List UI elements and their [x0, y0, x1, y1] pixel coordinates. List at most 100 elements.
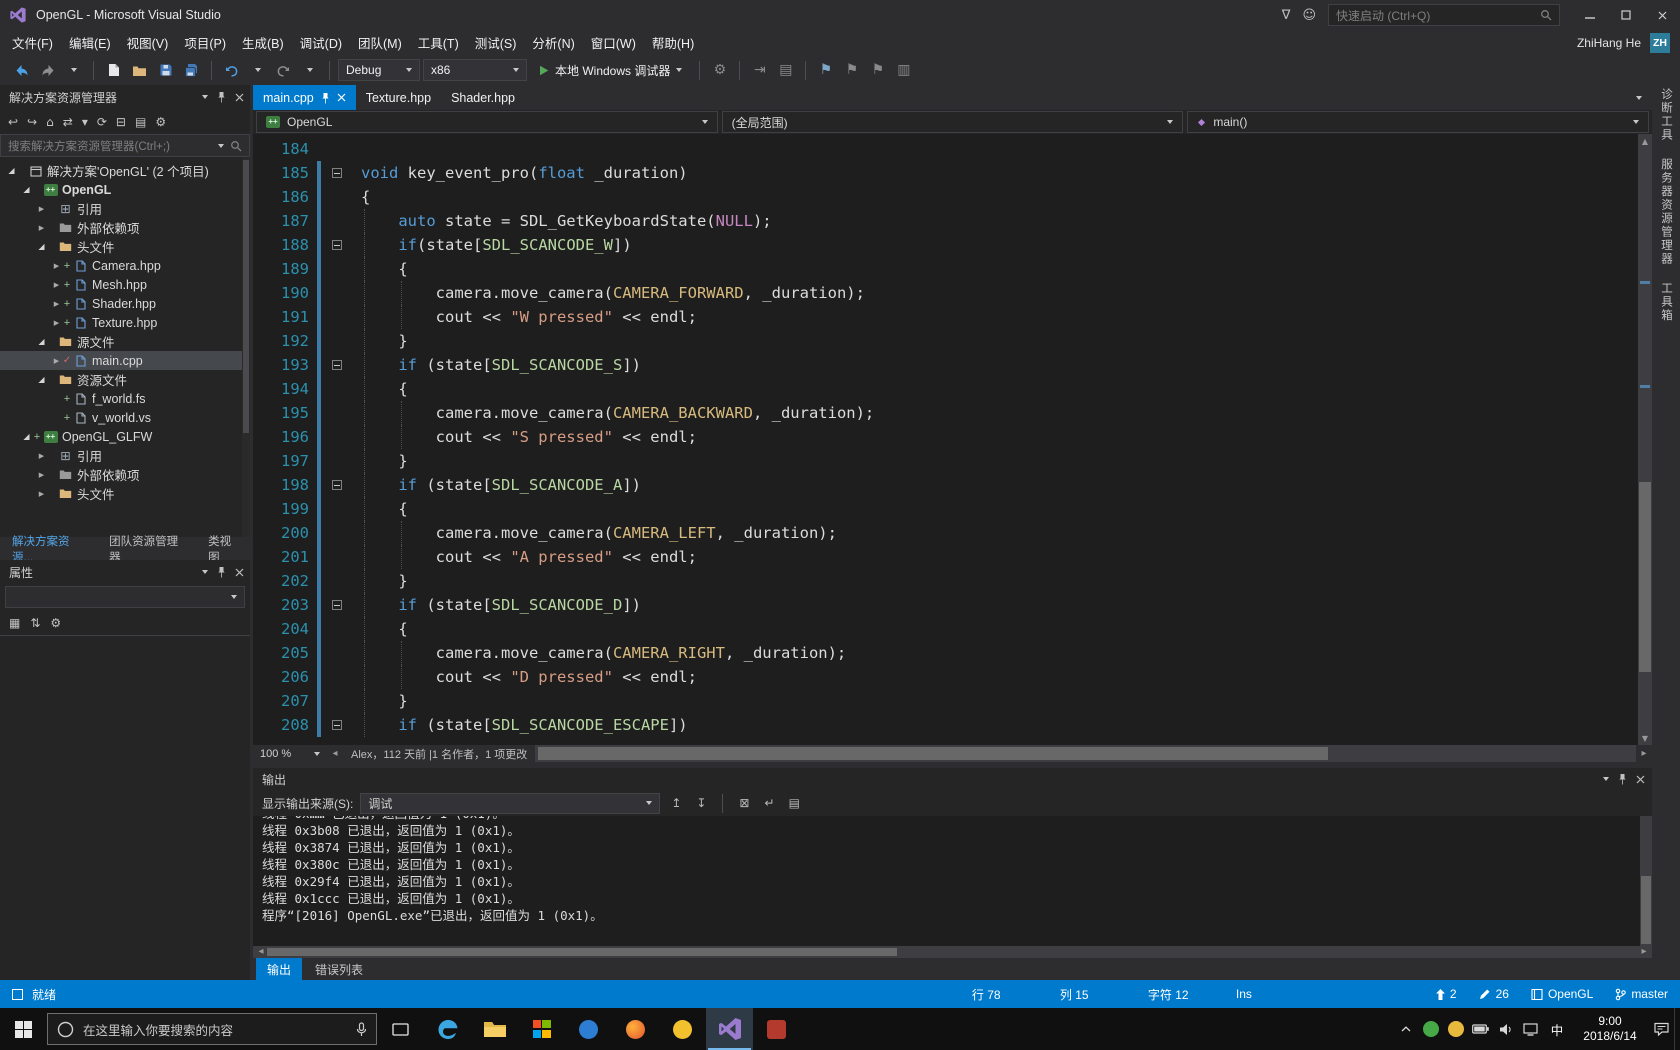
autoscroll-icon[interactable]: ▤	[785, 796, 803, 810]
fold-margin[interactable]	[321, 281, 355, 305]
fold-collapse-icon[interactable]	[332, 720, 342, 730]
property-pages-icon[interactable]: ⚙	[50, 616, 61, 630]
code-token[interactable]: SDL_SCANCODE_D	[492, 596, 623, 614]
fold-margin[interactable]	[321, 665, 355, 689]
code-token[interactable]: auto	[398, 212, 435, 230]
expand-arrow-icon[interactable]: ▶	[36, 490, 47, 498]
tree-item[interactable]: ▶ + Texture.hpp	[0, 313, 250, 332]
code-token[interactable]: );	[753, 212, 772, 230]
expand-arrow-icon[interactable]: ▶	[36, 452, 47, 460]
code-line[interactable]: 191 cout << "W pressed" << endl;	[253, 305, 1638, 329]
search-options-icon[interactable]	[218, 143, 224, 148]
feedback-smiley-icon[interactable]: ☺	[1302, 8, 1316, 23]
background-tasks-icon[interactable]	[12, 988, 23, 1000]
code-line[interactable]: 198 if (state[SDL_SCANCODE_A])	[253, 473, 1638, 497]
code-token[interactable]: }	[361, 692, 407, 710]
fold-margin[interactable]	[321, 449, 355, 473]
code-line[interactable]: 205 camera.move_camera(CAMERA_RIGHT, _du…	[253, 641, 1638, 665]
fold-margin[interactable]	[321, 617, 355, 641]
code-token[interactable]: "S pressed"	[510, 428, 613, 446]
tree-item[interactable]: ▶ + Mesh.hpp	[0, 275, 250, 294]
output-vertical-scrollbar[interactable]	[1640, 816, 1652, 946]
output-horizontal-scrollbar[interactable]: ◂ ▸	[253, 946, 1652, 958]
file-explorer-taskbar-icon[interactable]	[471, 1008, 518, 1050]
repository-indicator[interactable]: OpenGL	[1531, 987, 1593, 1001]
ime-indicator[interactable]: 中	[1543, 1020, 1571, 1039]
pin-icon[interactable]	[217, 566, 226, 578]
tab-list-dropdown-icon[interactable]	[1636, 85, 1652, 110]
code-token[interactable]: _duration)	[585, 164, 687, 182]
code-token[interactable]: ])	[622, 356, 641, 374]
code-text[interactable]: }	[355, 569, 1638, 593]
expand-arrow-icon[interactable]: ◢	[36, 375, 47, 384]
fold-margin[interactable]	[321, 233, 355, 257]
code-token[interactable]	[361, 476, 398, 494]
scroll-right-icon[interactable]: ▸	[1636, 748, 1652, 759]
output-text-area[interactable]: 线程 0x…… 已退出，返回值为 1 (0x1)。线程 0x3b08 已退出，返…	[253, 816, 1652, 946]
next-message-icon[interactable]: ↧	[692, 796, 710, 810]
line-number[interactable]: 195	[253, 401, 309, 425]
redo-dropdown-icon[interactable]	[298, 58, 321, 82]
previous-message-icon[interactable]: ↥	[667, 796, 685, 810]
new-file-icon[interactable]	[102, 58, 125, 82]
collapse-all-icon[interactable]: ⊟	[116, 115, 126, 129]
expand-arrow-icon[interactable]: ◢	[21, 185, 32, 194]
scroll-left-icon[interactable]: ◂	[327, 748, 343, 759]
code-token[interactable]: camera.move_camera(	[361, 524, 613, 542]
quick-launch-search[interactable]: 快速启动 (Ctrl+Q)	[1328, 4, 1560, 26]
fold-collapse-icon[interactable]	[332, 360, 342, 370]
code-text[interactable]: auto state = SDL_GetKeyboardState(NULL);	[355, 209, 1638, 233]
code-text[interactable]: if(state[SDL_SCANCODE_W])	[355, 233, 1638, 257]
start-button[interactable]	[0, 1008, 47, 1050]
code-token[interactable]: if	[398, 476, 417, 494]
code-text[interactable]: cout << "W pressed" << endl;	[355, 305, 1638, 329]
menu-item[interactable]: 生成(B)	[234, 30, 292, 55]
output-source-dropdown[interactable]: 调试	[360, 792, 661, 814]
pending-changes-indicator[interactable]: 26	[1479, 987, 1509, 1001]
code-text[interactable]: {	[355, 497, 1638, 521]
code-token[interactable]: (state[	[417, 236, 482, 254]
fold-margin[interactable]	[321, 473, 355, 497]
tree-item[interactable]: ▶ ⊞ 引用	[0, 446, 250, 465]
minimize-button[interactable]	[1572, 0, 1608, 30]
menu-item[interactable]: 编辑(E)	[61, 30, 119, 55]
expand-arrow-icon[interactable]: ▶	[51, 262, 62, 270]
code-token[interactable]: }	[361, 452, 407, 470]
code-token[interactable]: SDL_SCANCODE_W	[482, 236, 613, 254]
editor-tab[interactable]: Texture.hpp	[356, 85, 441, 110]
tree-scrollbar[interactable]	[242, 158, 250, 537]
code-token[interactable]: , _duration);	[744, 284, 865, 302]
start-debugging-button[interactable]: 本地 Windows 调试器	[530, 58, 691, 82]
code-line[interactable]: 196 cout << "S pressed" << endl;	[253, 425, 1638, 449]
code-token[interactable]	[361, 716, 398, 734]
code-line[interactable]: 197 }	[253, 449, 1638, 473]
line-number[interactable]: 201	[253, 545, 309, 569]
code-line[interactable]: 203 if (state[SDL_SCANCODE_D])	[253, 593, 1638, 617]
toggle-bookmark-icon[interactable]: ⚑	[814, 58, 837, 82]
line-number[interactable]: 191	[253, 305, 309, 329]
menu-item[interactable]: 调试(D)	[292, 30, 350, 55]
code-token[interactable]: , _duration);	[753, 404, 874, 422]
code-token[interactable]: (state[	[417, 356, 491, 374]
tool-window-tab[interactable]: 服务器资源管理器	[1658, 158, 1674, 266]
undo-dropdown-icon[interactable]	[246, 58, 269, 82]
code-token[interactable]: cout <<	[361, 308, 510, 326]
line-number[interactable]: 184	[253, 137, 309, 161]
expand-arrow-icon[interactable]: ▶	[36, 224, 47, 232]
alphabetical-icon[interactable]: ⇅	[30, 616, 40, 630]
line-number[interactable]: 192	[253, 329, 309, 353]
fold-margin[interactable]	[321, 713, 355, 737]
switch-views-icon[interactable]: ⇄	[63, 115, 73, 129]
solution-configuration-dropdown[interactable]: Debug	[338, 59, 420, 81]
status-column[interactable]: 列 15	[1060, 986, 1148, 1003]
scroll-up-icon[interactable]: ▲	[1638, 134, 1652, 148]
code-line[interactable]: 193 if (state[SDL_SCANCODE_S])	[253, 353, 1638, 377]
code-line[interactable]: 199 {	[253, 497, 1638, 521]
code-token[interactable]: if	[398, 716, 417, 734]
tree-item[interactable]: ◢ + ++ OpenGL_GLFW	[0, 427, 250, 446]
code-token[interactable]: "W pressed"	[510, 308, 613, 326]
code-text[interactable]: {	[355, 617, 1638, 641]
status-line[interactable]: 行 78	[972, 986, 1060, 1003]
fold-margin[interactable]	[321, 545, 355, 569]
menu-item[interactable]: 帮助(H)	[644, 30, 702, 55]
